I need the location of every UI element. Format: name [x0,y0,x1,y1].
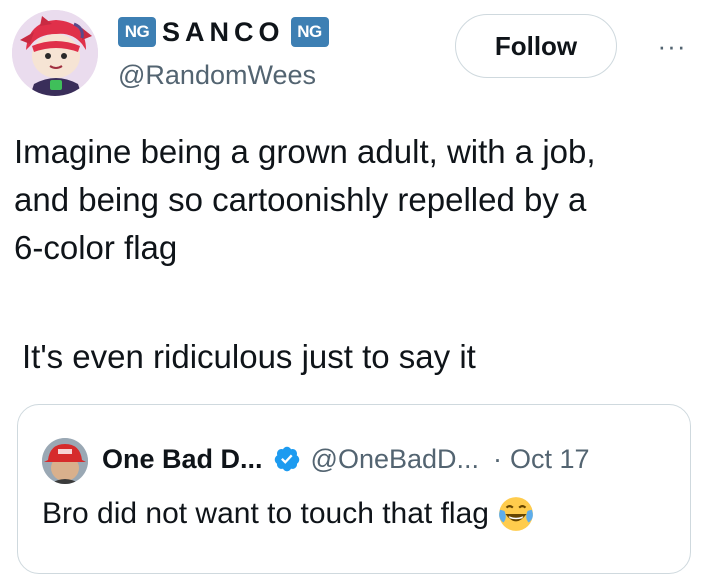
quoted-author-handle[interactable]: @OneBadD... [311,444,480,475]
quoted-tweet-date[interactable]: Oct 17 [510,444,590,475]
quoted-tweet-header: One Bad D... @OneBadD... · Oct 17 [102,439,590,479]
more-options-icon[interactable]: ··· [648,28,696,64]
quoted-tweet-card[interactable]: One Bad D... @OneBadD... · Oct 17 Bro di… [17,404,691,574]
verified-badge-icon [273,445,301,473]
author-name-row[interactable]: NG SANCO NG [118,14,329,50]
author-display-name[interactable]: SANCO [162,17,285,48]
quoted-author-avatar[interactable] [42,438,88,484]
tweet-text: Imagine being a grown adult, with a job,… [14,133,596,266]
tears-of-joy-emoji-icon [497,495,535,533]
quoted-tweet-text-row: Bro did not want to touch that flag [42,495,535,533]
author-handle[interactable]: @RandomWees [118,60,316,91]
author-avatar[interactable] [12,10,98,96]
ng-badge-right: NG [290,17,329,47]
follow-button[interactable]: Follow [455,14,617,78]
tweet-text-second-paragraph: It's even ridiculous just to say it [22,338,476,375]
quoted-tweet-text: Bro did not want to touch that flag [42,497,489,530]
ng-badge-left: NG [118,17,156,47]
quoted-avatar-illustration [42,438,88,484]
header-separator: · [493,443,503,474]
quoted-author-name[interactable]: One Bad D... [102,444,263,475]
avatar-illustration [12,10,98,96]
